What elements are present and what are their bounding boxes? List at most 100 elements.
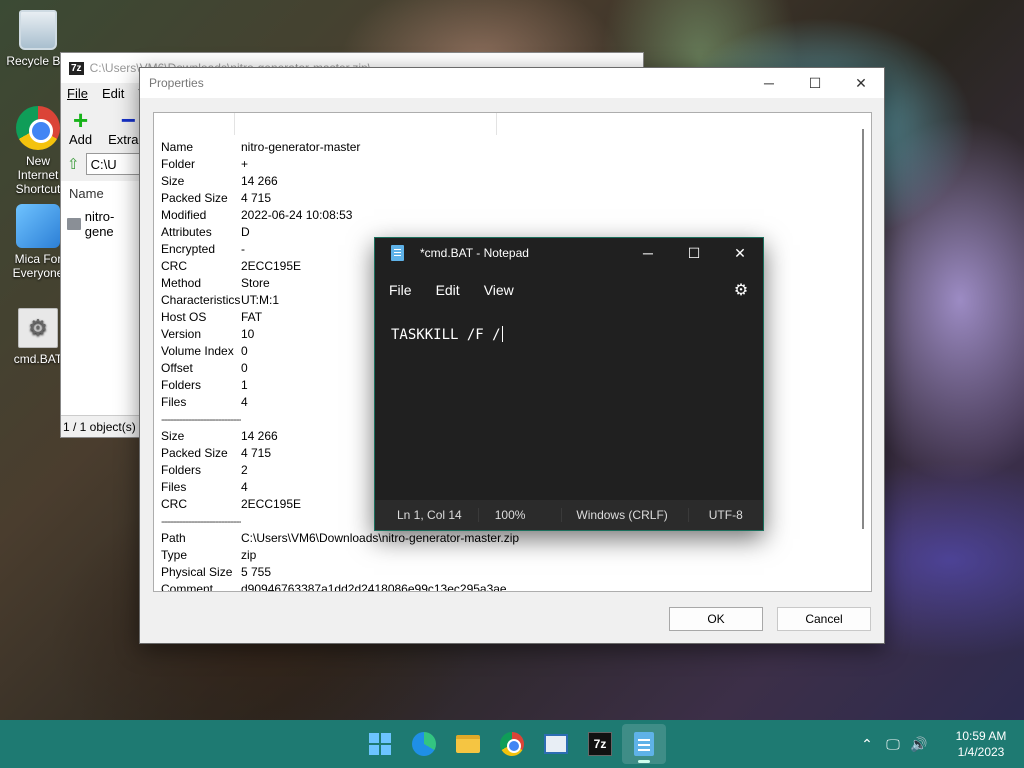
minimize-button[interactable]: ─ [625, 238, 671, 268]
network-icon[interactable]: 🖵 [880, 736, 906, 753]
property-row[interactable]: Type zip [161, 547, 853, 564]
address-input[interactable]: C:\U [85, 153, 146, 175]
property-key: Folder [161, 157, 196, 171]
close-button[interactable]: ✕ [717, 238, 763, 268]
vertical-scrollbar[interactable] [855, 113, 871, 591]
property-key: Type [161, 548, 188, 562]
taskbar-chrome[interactable] [490, 724, 534, 764]
windows-logo-icon [369, 733, 391, 755]
property-key: Characteristics [161, 293, 241, 307]
maximize-button[interactable]: ☐ [792, 68, 838, 98]
menu-edit[interactable]: Edit [102, 86, 124, 101]
edge-icon [412, 732, 436, 756]
taskbar-edge[interactable] [402, 724, 446, 764]
up-folder-icon[interactable]: ⇧ [67, 155, 80, 173]
property-key: ---------------------------- [161, 412, 241, 426]
menu-file[interactable]: File [389, 282, 426, 298]
menu-file[interactable]: File [67, 86, 88, 101]
taskbar-file-explorer[interactable] [446, 724, 490, 764]
start-button[interactable] [358, 724, 402, 764]
column-separator[interactable] [496, 113, 497, 135]
volume-icon[interactable]: 🔊 [906, 736, 932, 753]
property-key: CRC [161, 497, 187, 511]
taskbar-control-panel[interactable] [534, 724, 578, 764]
menu-view[interactable]: View [484, 282, 528, 298]
property-row[interactable]: Physical Size 5 755 [161, 564, 853, 581]
property-row[interactable]: Comment d90946763387a1dd2d2418086e99c13ec… [161, 581, 853, 592]
property-value: zip [241, 548, 257, 562]
property-row[interactable]: Name nitro-generator-master [161, 139, 853, 156]
clock[interactable]: 10:59 AM 1/4/2023 [938, 728, 1024, 760]
clock-time: 10:59 AM [955, 729, 1007, 743]
notepad-icon [634, 732, 654, 756]
property-value: + [241, 157, 249, 171]
properties-titlebar[interactable]: Properties ─ ☐ ✕ [140, 68, 884, 98]
status-line-ending: Windows (CRLF) [562, 508, 689, 522]
taskbar-notepad[interactable] [622, 724, 666, 764]
system-tray: ⌃ 🖵 🔊 10:59 AM 1/4/2023 [854, 720, 1024, 768]
notepad-menubar: File Edit View ⚙ [375, 268, 763, 312]
property-key: Size [161, 429, 185, 443]
add-button[interactable]: + Add [69, 107, 93, 147]
property-key: Attributes [161, 225, 212, 239]
column-separator[interactable] [234, 113, 235, 135]
property-key: Offset [161, 361, 193, 375]
property-row[interactable]: Folder + [161, 156, 853, 173]
property-value: nitro-generator-master [241, 140, 361, 154]
property-key: Physical Size [161, 565, 233, 579]
property-key: Host OS [161, 310, 207, 324]
chrome-icon [16, 106, 60, 150]
ok-button[interactable]: OK [669, 607, 763, 631]
7zip-file-list: Name nitro-gene [61, 181, 141, 415]
taskbar: 7z ⌃ 🖵 🔊 10:59 AM 1/4/2023 [0, 720, 1024, 768]
property-key: Packed Size [161, 191, 228, 205]
add-label: Add [69, 132, 93, 147]
notepad-status-bar: Ln 1, Col 14 100% Windows (CRLF) UTF-8 [375, 500, 763, 530]
property-key: Path [161, 531, 186, 545]
property-key: Folders [161, 378, 202, 392]
chevron-up-icon[interactable]: ⌃ [854, 736, 880, 753]
menu-edit[interactable]: Edit [436, 282, 474, 298]
clock-date: 1/4/2023 [957, 745, 1005, 759]
property-key: Volume Index [161, 344, 234, 358]
property-value: C:\Users\VM6\Downloads\nitro-generator-m… [241, 531, 520, 545]
minimize-button[interactable]: ─ [746, 68, 792, 98]
folder-icon [67, 218, 81, 230]
settings-gear-icon[interactable]: ⚙ [719, 280, 763, 300]
window-icon [544, 734, 568, 754]
maximize-button[interactable]: ☐ [671, 238, 717, 268]
property-key: Size [161, 174, 185, 188]
close-button[interactable]: ✕ [838, 68, 884, 98]
property-row[interactable]: Path C:\Users\VM6\Downloads\nitro-generat… [161, 530, 853, 547]
property-value: 2022-06-24 10:08:53 [241, 208, 353, 222]
address-text: C:\U [90, 157, 117, 172]
notepad-window: *cmd.BAT - Notepad ─ ☐ ✕ File Edit View … [374, 237, 764, 531]
property-key: CRC [161, 259, 187, 273]
property-row[interactable]: Modified 2022-06-24 10:08:53 [161, 207, 853, 224]
taskbar-apps: 7z [358, 720, 666, 768]
notepad-icon [391, 245, 404, 261]
property-value: 5 755 [241, 565, 272, 579]
property-row[interactable]: Size 14 266 [161, 173, 853, 190]
status-zoom: 100% [479, 508, 563, 522]
property-key: Files [161, 480, 187, 494]
list-item[interactable]: nitro-gene [61, 205, 141, 243]
taskbar-7zip[interactable]: 7z [578, 724, 622, 764]
list-item-name: nitro-gene [84, 209, 115, 239]
property-key: Comment [161, 582, 214, 592]
property-row[interactable]: Packed Size 4 715 [161, 190, 853, 207]
cancel-button[interactable]: Cancel [777, 607, 871, 631]
property-key: Folders [161, 463, 202, 477]
property-key: Method [161, 276, 202, 290]
column-header-name[interactable]: Name [61, 181, 141, 205]
property-key: Version [161, 327, 202, 341]
status-cursor-position: Ln 1, Col 14 [375, 508, 479, 522]
notepad-title: *cmd.BAT - Notepad [420, 246, 529, 260]
notepad-text-area[interactable]: TASKKILL /F / [391, 326, 751, 343]
scrollbar-thumb[interactable] [862, 129, 864, 529]
property-key: Name [161, 140, 194, 154]
property-key: Files [161, 395, 187, 409]
notepad-titlebar[interactable]: *cmd.BAT - Notepad ─ ☐ ✕ [375, 238, 763, 268]
chrome-icon [500, 732, 524, 756]
property-value: 4 715 [241, 191, 272, 205]
